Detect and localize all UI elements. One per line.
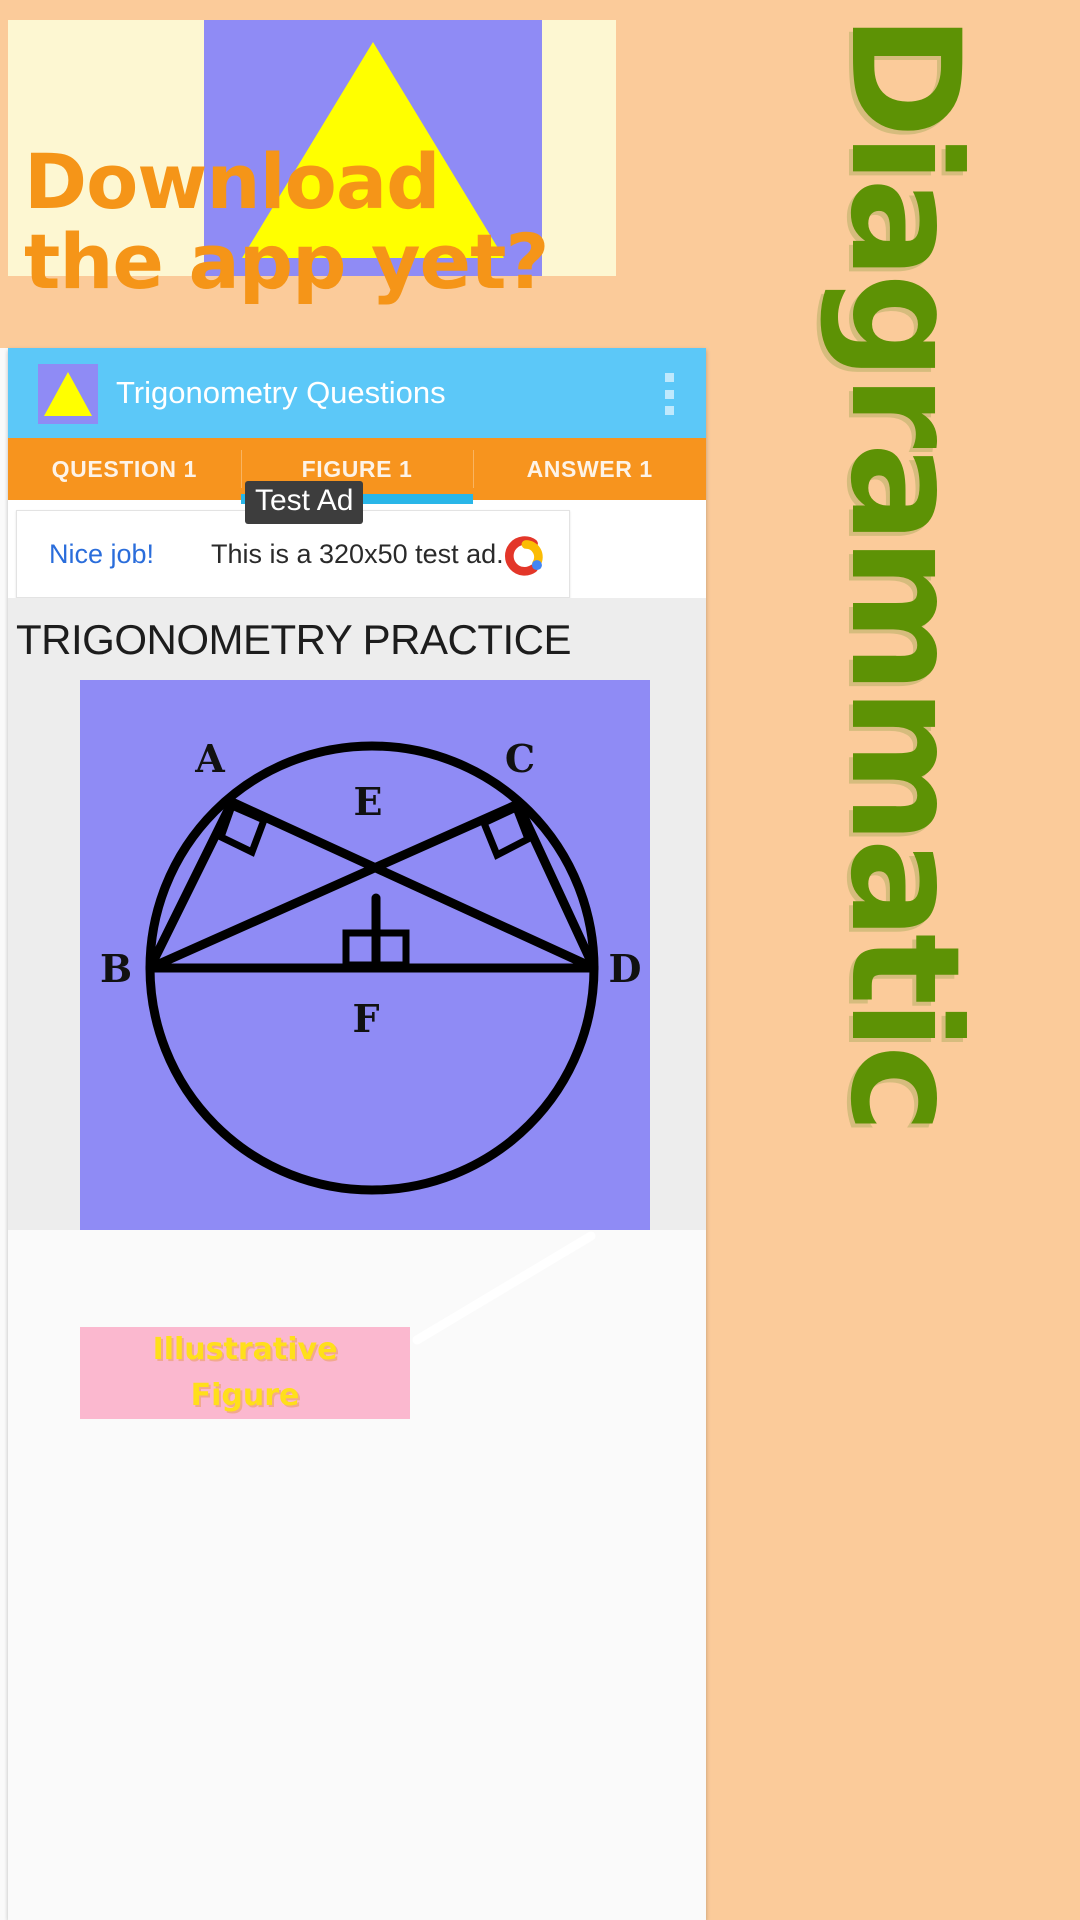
top-promo-line-2: the app yet? — [24, 216, 550, 306]
page-title: TRIGONOMETRY PRACTICE — [8, 598, 706, 674]
label-C: C — [505, 736, 535, 781]
promo-vertical-text: Diagrammatic — [817, 14, 991, 1128]
top-promo-banner-text: Download the app yet? — [24, 142, 644, 302]
tab-label: ANSWER 1 — [526, 455, 653, 482]
banner-ad[interactable]: Test Ad Nice job! This is a 320x50 test … — [16, 481, 570, 598]
overflow-dot — [664, 389, 674, 399]
top-promo-line-1: Download — [24, 137, 441, 226]
ad-headline: Nice job! — [49, 538, 155, 569]
figure-image: A C E B D F — [80, 680, 650, 1230]
app-title: Trigonometry Questions — [116, 375, 446, 410]
segment-CB — [145, 799, 523, 973]
tab-question-1[interactable]: QUESTION 1 — [8, 438, 241, 500]
label-E: E — [354, 779, 383, 824]
promo-vertical-text-wrapper: Diagrammatic — [706, 0, 1080, 1920]
top-promo-banner-panel: Download the app yet? — [8, 20, 616, 301]
badge-line-2: Figure — [190, 1378, 300, 1413]
tab-answer-1[interactable]: ANSWER 1 — [473, 438, 706, 500]
app-logo-icon — [38, 364, 98, 424]
figure-caption-area: Illustrative Figure — [8, 1230, 706, 1920]
label-A: A — [194, 736, 225, 781]
geometry-diagram: A C E B D F — [100, 736, 642, 1195]
tab-label: QUESTION 1 — [51, 455, 197, 482]
right-angle-mark-F — [342, 929, 410, 969]
ad-body-text: This is a 320x50 test ad. — [211, 538, 504, 569]
label-D: D — [609, 946, 642, 991]
pointer-line-icon — [412, 1231, 596, 1345]
top-promo-banner[interactable]: Download the app yet? — [0, 0, 706, 348]
app-window: Trigonometry Questions QUESTION 1 FIGURE… — [8, 348, 706, 1920]
illustrative-figure-badge: Illustrative Figure — [80, 1327, 410, 1419]
app-bar: Trigonometry Questions — [8, 348, 706, 438]
badge-line-1: Illustrative — [152, 1331, 338, 1367]
promo-strip: Diagrammatic — [706, 0, 1080, 1920]
admob-logo-icon — [505, 536, 543, 576]
label-F: F — [353, 996, 380, 1041]
overflow-dot — [664, 373, 674, 382]
tab-label: FIGURE 1 — [301, 455, 413, 482]
overflow-dot — [664, 406, 674, 415]
label-B: B — [100, 946, 132, 991]
content-area: TRIGONOMETRY PRACTICE A C E B D F Illust… — [8, 598, 706, 1920]
overflow-menu-icon[interactable] — [654, 373, 684, 415]
